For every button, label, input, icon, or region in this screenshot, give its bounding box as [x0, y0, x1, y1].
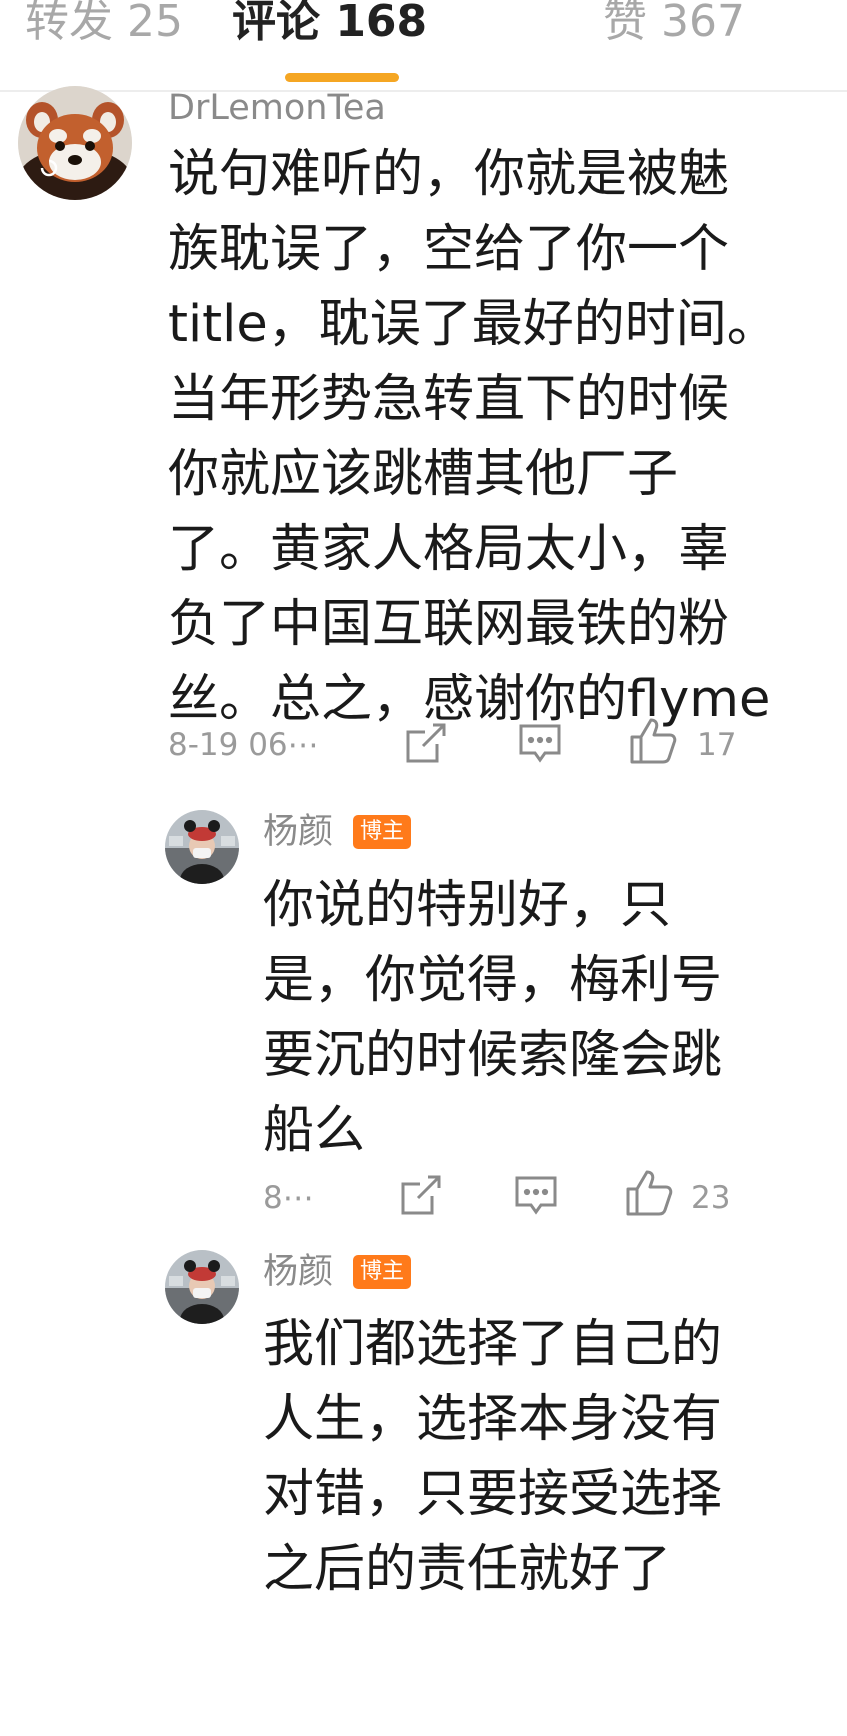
like-count: 23: [691, 1180, 731, 1216]
author-badge: 博主: [353, 815, 412, 849]
active-tab-indicator: [285, 73, 399, 82]
avatar[interactable]: [165, 810, 239, 884]
avatar[interactable]: [18, 86, 132, 200]
comment-text: 说句难听的，你就是被魅 族耽误了，空给了你一个 title，耽误了最好的时间。 …: [168, 145, 778, 729]
thumbs-up-icon[interactable]: [628, 716, 678, 770]
author-badge: 博主: [353, 1255, 412, 1289]
red-panda-avatar-icon: [18, 86, 132, 200]
reply-username[interactable]: 杨颜: [263, 812, 333, 852]
reply-text: 你说的特别好，只 是，你觉得，梅利号 要沉的时候索隆会跳 船么: [263, 876, 723, 1160]
user-photo-avatar-icon: [165, 810, 239, 884]
tab-comments[interactable]: 评论 168: [232, 0, 427, 48]
share-icon[interactable]: [398, 1172, 444, 1222]
tab-likes[interactable]: 赞 367: [603, 0, 745, 48]
like-count: 17: [697, 727, 737, 763]
reply-username[interactable]: 杨颜: [263, 1252, 333, 1292]
reply-text: 我们都选择了自己的 人生，选择本身没有 对错，只要接受选择 之后的责任就好了: [263, 1315, 723, 1599]
thumbs-up-icon[interactable]: [624, 1168, 674, 1222]
comment-time: 8-19 06⋯: [168, 727, 319, 763]
share-icon[interactable]: [403, 720, 449, 770]
comment-tabs: 转发 25 评论 168 赞 367: [0, 0, 847, 92]
comment-username[interactable]: DrLemonTea: [168, 88, 386, 128]
tab-reposts[interactable]: 转发 25: [25, 0, 183, 48]
avatar[interactable]: [165, 1250, 239, 1324]
reply-time: 8⋯: [263, 1180, 314, 1216]
user-photo-avatar-icon: [165, 1250, 239, 1324]
comment-icon[interactable]: [513, 1172, 559, 1222]
comment-icon[interactable]: [517, 720, 563, 770]
